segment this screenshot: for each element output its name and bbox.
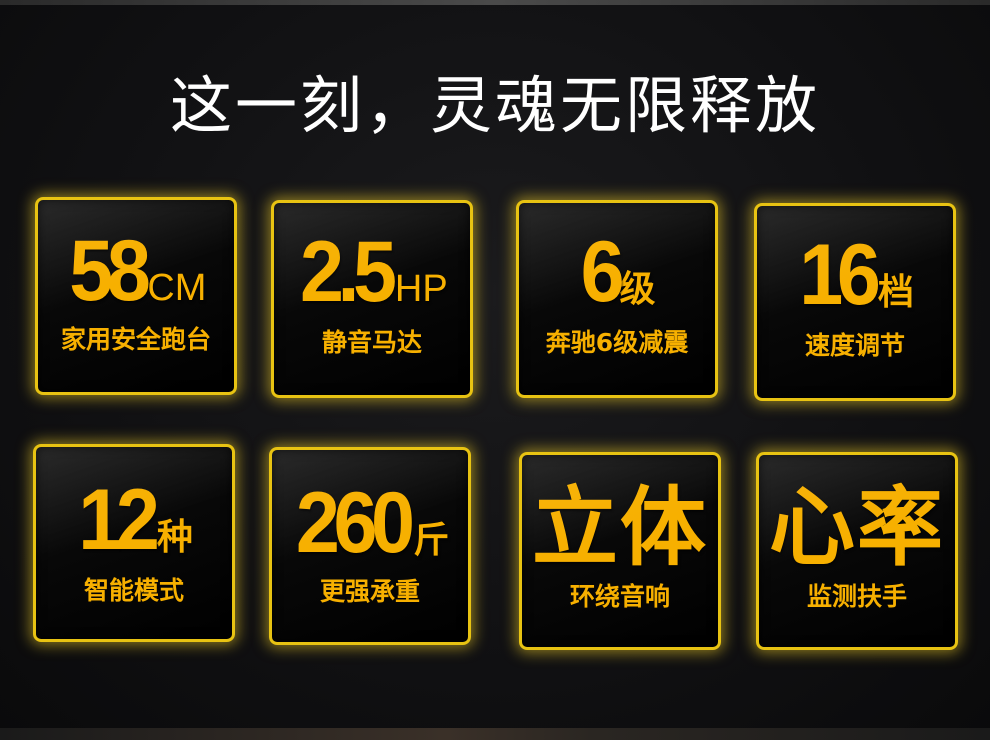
feature-caption: 家用安全跑台 [60, 325, 211, 354]
feature-unit: 种 [156, 516, 193, 557]
feature-card-speed-levels: 16档 速度调节 [754, 203, 956, 401]
feature-card-load-capacity: 260 斤 更强承重 [269, 447, 471, 645]
feature-value: 58 [68, 223, 151, 319]
top-decorative-strip [0, 0, 990, 5]
page-headline: 这一刻，灵魂无限释放 [169, 69, 820, 142]
feature-caption: 速度调节 [804, 331, 905, 360]
feature-value: 6 [580, 224, 624, 320]
feature-caption: 监测扶手 [806, 582, 907, 611]
feature-unit: CM [147, 267, 207, 309]
feature-unit: 斤 [413, 519, 450, 560]
feature-card-surround-audio: 立体 环绕音响 [519, 452, 721, 650]
feature-value: 心率 [769, 478, 945, 578]
feature-value: 16 [799, 227, 881, 323]
feature-value: 12 [78, 472, 160, 568]
feature-card-smart-modes: 12种 智能模式 [33, 444, 235, 642]
feature-card-motor: 2.5 HP 静音马达 [271, 200, 473, 398]
bottom-decorative-strip [0, 728, 990, 740]
feature-value: 260 [295, 475, 415, 571]
feature-caption: 奔驰6级减震 [545, 328, 689, 357]
feature-value: 2.5 [300, 224, 397, 320]
feature-card-heart-rate: 心率 监测扶手 [756, 452, 958, 650]
feature-caption: 静音马达 [321, 328, 422, 357]
feature-card-shock-absorption: 6级 奔驰6级减震 [516, 200, 718, 398]
feature-caption: 更强承重 [319, 577, 420, 606]
feature-card-belt-width: 58CM 家用安全跑台 [35, 197, 237, 395]
feature-unit: HP [394, 268, 448, 310]
feature-value: 立体 [532, 478, 708, 578]
feature-unit: 级 [619, 268, 656, 309]
feature-caption: 环绕音响 [569, 582, 670, 611]
feature-caption: 智能模式 [83, 576, 184, 605]
feature-unit: 档 [877, 271, 914, 312]
